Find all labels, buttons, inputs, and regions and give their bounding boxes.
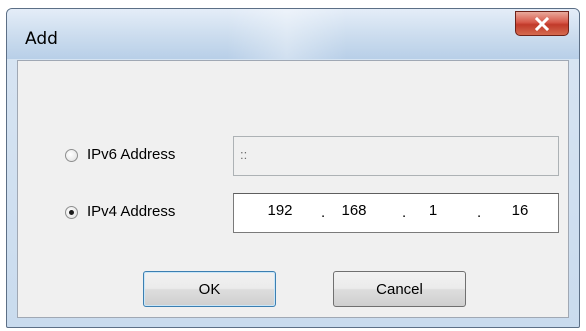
add-dialog-window: Add IPv6 Address :: IPv4 Address 192 . 1… (6, 8, 580, 328)
radio-selected-dot (69, 210, 74, 215)
ok-button[interactable]: OK (143, 271, 276, 307)
dialog-client-area: IPv6 Address :: IPv4 Address 192 . 168 .… (17, 60, 569, 318)
ipv4-address-input[interactable]: 192 . 168 . 1 . 16 (233, 193, 559, 233)
ipv4-separator: . (321, 204, 326, 221)
ipv4-separator: . (402, 204, 407, 221)
title-bar-glass (227, 9, 347, 59)
ipv6-address-input[interactable]: :: (233, 136, 559, 176)
ipv4-octet-3[interactable]: 1 (411, 202, 455, 219)
ipv4-octet-4[interactable]: 16 (498, 202, 542, 219)
ipv4-separator: . (477, 204, 482, 221)
ipv6-label[interactable]: IPv6 Address (87, 146, 175, 163)
ipv4-octet-2[interactable]: 168 (332, 202, 376, 219)
close-icon (535, 16, 549, 31)
ipv4-label[interactable]: IPv4 Address (87, 203, 175, 220)
close-button[interactable] (515, 11, 569, 36)
ipv4-radio-button[interactable] (65, 206, 78, 219)
dialog-title: Add (25, 29, 58, 49)
title-bar[interactable]: Add (7, 9, 579, 59)
ipv4-octet-1[interactable]: 192 (258, 202, 302, 219)
ipv4-row: IPv4 Address 192 . 168 . 1 . 16 (18, 193, 568, 233)
cancel-button[interactable]: Cancel (333, 271, 466, 307)
ipv6-radio-button[interactable] (65, 149, 78, 162)
ipv6-row: IPv6 Address :: (18, 136, 568, 176)
